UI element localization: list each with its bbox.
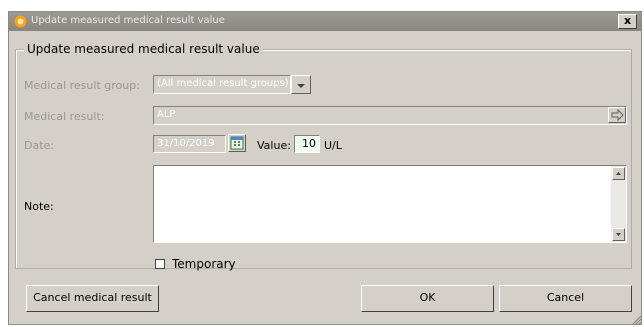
calendar-icon xyxy=(230,136,244,150)
note-label: Note: xyxy=(24,200,54,213)
ok-button[interactable]: OK xyxy=(361,285,494,312)
group-legend: Update measured medical result value xyxy=(24,42,263,56)
note-scrollbar[interactable] xyxy=(611,166,626,242)
date-field[interactable]: 31/10/2019 xyxy=(153,135,226,153)
app-sun-icon xyxy=(14,15,27,28)
scroll-down-button[interactable] xyxy=(612,228,625,241)
resize-grip-icon[interactable] xyxy=(632,315,642,325)
temporary-label: Temporary xyxy=(172,257,236,271)
note-textarea[interactable] xyxy=(153,165,627,243)
arrow-up-icon xyxy=(616,172,621,175)
medical-result-group-label: Medical result group: xyxy=(24,79,140,92)
value-label: Value: xyxy=(257,139,291,152)
close-button[interactable]: x xyxy=(618,14,637,29)
title-bar[interactable]: Update measured medical result value x xyxy=(9,12,641,31)
date-label: Date: xyxy=(24,139,54,152)
temporary-checkbox[interactable] xyxy=(155,259,165,269)
window-title: Update measured medical result value xyxy=(31,15,225,26)
scroll-up-button[interactable] xyxy=(612,167,625,180)
navigate-result-button[interactable] xyxy=(608,107,626,123)
medical-result-label: Medical result: xyxy=(24,110,105,123)
chevron-down-icon xyxy=(297,84,305,88)
calendar-button[interactable] xyxy=(228,134,246,152)
arrow-down-icon xyxy=(616,233,621,236)
arrow-right-icon xyxy=(611,108,624,122)
value-input[interactable]: 10 xyxy=(294,135,320,153)
dropdown-button[interactable] xyxy=(291,75,311,94)
unit-label: U/L xyxy=(324,139,342,152)
cancel-button[interactable]: Cancel xyxy=(499,285,632,312)
medical-result-field[interactable]: ALP xyxy=(153,106,627,125)
medical-result-group-select[interactable]: (All medical result groups) xyxy=(153,75,291,94)
cancel-medical-result-button[interactable]: Cancel medical result xyxy=(26,285,159,312)
